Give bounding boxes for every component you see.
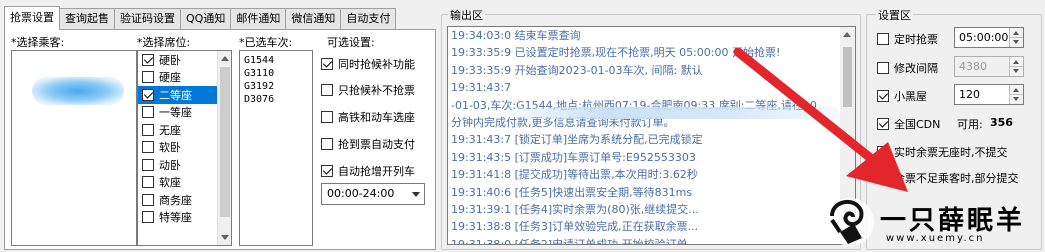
log-line: 19:31:43:5 [订票成功]车票订单号:E952553303 bbox=[451, 150, 696, 164]
spin-down-icon[interactable] bbox=[1013, 69, 1019, 73]
tab-wechat-notify[interactable]: 微信通知 bbox=[285, 8, 342, 30]
redacted-log-text bbox=[508, 107, 838, 119]
cdn-available-label: 可用: bbox=[957, 118, 983, 131]
tab-query-sale[interactable]: 查询起售 bbox=[59, 8, 115, 30]
scroll-thumb[interactable] bbox=[843, 47, 852, 107]
checkbox-icon[interactable] bbox=[321, 111, 333, 123]
option-auto-pay[interactable]: 抢到票自动支付 bbox=[321, 136, 415, 152]
tab-auto-pay[interactable]: 自动支付 bbox=[340, 8, 397, 30]
seats-label: *选择席位: bbox=[137, 36, 191, 49]
scroll-down-icon[interactable] bbox=[221, 235, 229, 240]
scroll-thumb[interactable] bbox=[220, 67, 230, 217]
output-log[interactable]: 19:34:03:0 结束车票查询 19:33:35:9 已设置定时抢票,现在不… bbox=[447, 26, 856, 245]
seat-list[interactable]: 硬卧 硬座 二等座 一等座 无座 软卧 动卧 软座 商务座 特等座 bbox=[137, 50, 232, 246]
scroll-up-icon[interactable] bbox=[221, 56, 229, 61]
train-item[interactable]: G1544 bbox=[244, 54, 312, 67]
checkbox-icon[interactable] bbox=[877, 118, 889, 130]
time-range-select[interactable]: 00:00-24:00 bbox=[321, 183, 425, 205]
ram-logo-icon bbox=[826, 198, 874, 246]
train-item[interactable]: D3076 bbox=[244, 93, 312, 106]
option-waitlist-only[interactable]: 只抢候补不抢票 bbox=[321, 82, 415, 98]
checkbox-icon[interactable] bbox=[142, 106, 154, 119]
passenger-list[interactable] bbox=[11, 50, 137, 246]
ticket-settings-panel: *选择乘客: *选择席位: 硬卧 硬座 二等座 一等座 无座 软卧 动卧 软座 … bbox=[4, 29, 436, 250]
option-simultaneous-waitlist[interactable]: 同时抢候补功能 bbox=[321, 56, 415, 72]
tab-captcha-settings[interactable]: 验证码设置 bbox=[114, 8, 181, 30]
checkbox-icon[interactable] bbox=[142, 88, 154, 101]
checkbox-icon[interactable] bbox=[877, 62, 889, 74]
checkbox-icon[interactable] bbox=[321, 165, 333, 177]
checkbox-icon[interactable] bbox=[321, 84, 333, 96]
log-line: 19:33:35:9 开始查询2023-01-03车次, 间隔: 默认 bbox=[451, 63, 703, 77]
watermark-text: 一只薛眠羊 bbox=[880, 206, 1026, 236]
log-line: 19:31:38:8 [任务3]订单效验完成,正在获取余票... bbox=[451, 220, 699, 234]
log-line: 19:31:43:7 [锁定订单]坐席为系统分配,已完成锁定 bbox=[451, 133, 703, 147]
output-title: 输出区 bbox=[448, 7, 485, 23]
checkbox-icon[interactable] bbox=[877, 90, 889, 102]
checkbox-icon[interactable] bbox=[142, 158, 154, 171]
checkbox-icon[interactable] bbox=[142, 211, 154, 224]
selected-trains-list[interactable]: G1544 G3110 G3192 D3076 bbox=[239, 50, 313, 246]
spin-up-icon[interactable] bbox=[1013, 88, 1019, 92]
log-line: 19:34:03:0 结束车票查询 bbox=[451, 29, 581, 42]
chevron-down-icon[interactable] bbox=[412, 192, 420, 197]
partial-submit-toggle[interactable]: 余票不足乘客时,部分提交 bbox=[877, 170, 1019, 186]
option-extra-trains[interactable]: 自动抢增开列车 bbox=[321, 163, 415, 179]
spinner-buttons[interactable] bbox=[1009, 28, 1023, 47]
options-label: 可选设置: bbox=[327, 36, 375, 49]
spinner-buttons[interactable] bbox=[1009, 85, 1023, 104]
spin-down-icon[interactable] bbox=[1013, 97, 1019, 101]
tab-email-notify[interactable]: 邮件通知 bbox=[230, 8, 287, 30]
log-line: 19:31:41:8 [提交成功]等待出票,本次用时:3.62秒 bbox=[451, 168, 698, 182]
checkbox-icon[interactable] bbox=[142, 141, 154, 154]
cdn-available-value: 356 bbox=[990, 116, 1013, 129]
log-line: 19:31:40:6 [任务5]快速出票安全期,等待831ms bbox=[451, 185, 693, 199]
spin-up-icon[interactable] bbox=[1013, 31, 1019, 35]
checkbox-icon[interactable] bbox=[142, 123, 154, 136]
blacklist-input[interactable]: 120 bbox=[954, 84, 1024, 105]
interval-input[interactable]: 4380 bbox=[954, 56, 1024, 77]
timed-grab-toggle[interactable]: 定时抢票 bbox=[877, 31, 938, 47]
blurred-passenger-name[interactable] bbox=[32, 77, 124, 105]
checkbox-icon[interactable] bbox=[877, 146, 889, 158]
checkbox-icon[interactable] bbox=[321, 138, 333, 150]
tab-qq-notify[interactable]: QQ通知 bbox=[180, 8, 232, 30]
settings-title: 设置区 bbox=[876, 7, 913, 23]
spin-down-icon[interactable] bbox=[1013, 40, 1019, 44]
checkbox-icon[interactable] bbox=[877, 33, 889, 45]
checkbox-icon[interactable] bbox=[142, 71, 154, 84]
checkbox-icon[interactable] bbox=[321, 58, 333, 70]
log-line: 19:31:43:7 bbox=[451, 81, 512, 95]
checkbox-icon[interactable] bbox=[877, 172, 889, 184]
tab-ticket-settings[interactable]: 抢票设置 bbox=[4, 6, 60, 30]
cdn-toggle[interactable]: 全国CDN bbox=[877, 116, 940, 132]
log-line: 19:31:39:1 [任务4]实时余票为(80)张,继续提交... bbox=[451, 202, 699, 216]
seat-list-scrollbar[interactable] bbox=[217, 51, 231, 245]
log-line: 19:31:38:0 [任务2]申请订单成功,开始校验订单... bbox=[451, 237, 699, 245]
tab-bar: 抢票设置 查询起售 验证码设置 QQ通知 邮件通知 微信通知 自动支付 bbox=[4, 6, 397, 30]
modify-interval-toggle[interactable]: 修改间隔 bbox=[877, 60, 938, 76]
spin-up-icon[interactable] bbox=[1013, 60, 1019, 64]
checkbox-icon[interactable] bbox=[142, 176, 154, 189]
blacklist-toggle[interactable]: 小黑屋 bbox=[877, 88, 927, 104]
checkbox-icon[interactable] bbox=[142, 193, 154, 206]
timed-grab-time-input[interactable]: 05:00:00 bbox=[954, 27, 1024, 48]
log-line: 19:33:35:9 已设置定时抢票,现在不抢票,明天 05:00:00 开始抢… bbox=[451, 46, 781, 60]
no-seat-toggle[interactable]: 实时余票无座时,不提交 bbox=[877, 144, 1008, 160]
trains-label: *已选车次: bbox=[239, 36, 293, 49]
watermark-url: www.xuemy.cn bbox=[886, 233, 985, 244]
checkbox-icon[interactable] bbox=[142, 53, 154, 66]
train-item[interactable]: G3192 bbox=[244, 80, 312, 93]
train-item[interactable]: G3110 bbox=[244, 67, 312, 80]
passengers-label: *选择乘客: bbox=[11, 36, 65, 49]
spinner-buttons[interactable] bbox=[1009, 57, 1023, 76]
option-choose-seat[interactable]: 高铁和动车选座 bbox=[321, 109, 415, 125]
scroll-up-icon[interactable] bbox=[843, 32, 851, 37]
log-lines: 19:34:03:0 结束车票查询 19:33:35:9 已设置定时抢票,现在不… bbox=[451, 27, 837, 245]
